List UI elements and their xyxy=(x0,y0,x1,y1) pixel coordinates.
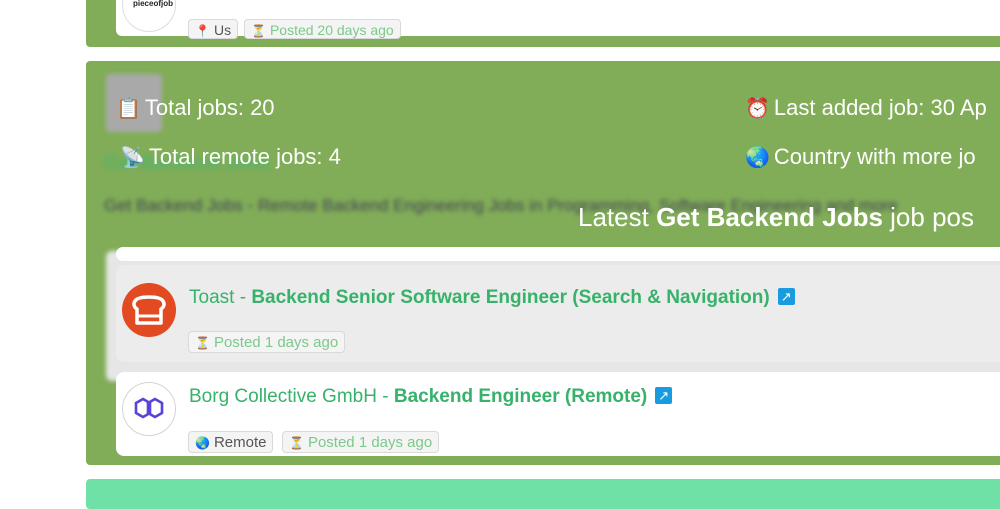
job-heading[interactable]: Borg Collective GmbH - Backend Engineer … xyxy=(189,386,673,408)
external-link-icon[interactable]: ↗ xyxy=(655,387,673,404)
hourglass-icon: ⏳ xyxy=(289,436,304,450)
company-name: Toast xyxy=(189,287,235,308)
posted-text: Posted 1 days ago xyxy=(213,334,339,351)
job-item-toast[interactable]: Toast - Backend Senior Software Engineer… xyxy=(116,265,1000,362)
last-added-stat: ⏰ Last added job: 30 Ap xyxy=(745,95,987,121)
posted-pill: ⏳ Posted 20 days ago xyxy=(244,19,401,39)
total-remote-jobs-stat: 📡 Total remote jobs: 4 xyxy=(120,144,341,170)
borg-logo xyxy=(122,382,176,436)
separator: - xyxy=(234,287,252,308)
country-more-text: Country with more jo xyxy=(773,144,976,169)
clipboard-icon: 📋 xyxy=(116,98,141,120)
toast-logo xyxy=(122,283,176,337)
job-board-card: Get Backend Jobs Get Backend Jobs - Remo… xyxy=(86,61,1000,465)
country-more-stat: 🌏 Country with more jo xyxy=(745,144,976,170)
posted-pill: ⏳ Posted 1 days ago xyxy=(188,331,346,353)
location-pill: 📍 Us xyxy=(188,19,239,39)
previous-logo-text: pieceofjob xyxy=(133,0,174,8)
posted-text: Posted 20 days ago xyxy=(269,22,394,38)
location-pill: 🌏 Remote xyxy=(188,431,274,453)
alarm-clock-icon: ⏰ xyxy=(745,98,770,120)
latest-board-name: Get Backend Jobs xyxy=(656,202,883,232)
latest-jobs-heading: Latest Get Backend Jobs job pos xyxy=(578,202,974,233)
next-job-board-card xyxy=(86,479,1000,509)
posted-pill: ⏳ Posted 1 days ago xyxy=(282,431,440,453)
last-added-text: Last added job: 30 Ap xyxy=(773,95,987,120)
globe-icon: 🌏 xyxy=(195,436,210,450)
total-remote-jobs-text: Total remote jobs: 4 xyxy=(148,144,341,169)
satellite-icon: 📡 xyxy=(120,147,145,169)
location-text: Remote xyxy=(213,434,267,451)
location-text: Us xyxy=(213,22,232,38)
borg-logo-mark xyxy=(134,397,164,419)
latest-suffix: job pos xyxy=(882,202,974,232)
globe-icon: 🌏 xyxy=(745,147,770,169)
pin-icon: 📍 xyxy=(195,24,210,38)
job-item-borg[interactable]: Borg Collective GmbH - Backend Engineer … xyxy=(116,372,1000,456)
job-item-partial xyxy=(116,247,1000,261)
hourglass-icon: ⏳ xyxy=(251,24,266,38)
job-heading[interactable]: Toast - Backend Senior Software Engineer… xyxy=(189,287,795,309)
total-jobs-stat: 📋 Total jobs: 20 xyxy=(116,95,275,121)
job-title-link[interactable]: Backend Senior Software Engineer (Search… xyxy=(251,287,769,308)
toast-logo-mark xyxy=(132,295,166,325)
company-name: Borg Collective GmbH xyxy=(189,386,377,407)
latest-prefix: Latest xyxy=(578,202,657,232)
separator: - xyxy=(376,386,394,407)
hourglass-icon: ⏳ xyxy=(195,336,210,350)
job-title-link[interactable]: Backend Engineer (Remote) xyxy=(394,386,647,407)
total-jobs-text: Total jobs: 20 xyxy=(144,95,275,120)
external-link-icon[interactable]: ↗ xyxy=(777,288,795,305)
posted-text: Posted 1 days ago xyxy=(307,434,433,451)
